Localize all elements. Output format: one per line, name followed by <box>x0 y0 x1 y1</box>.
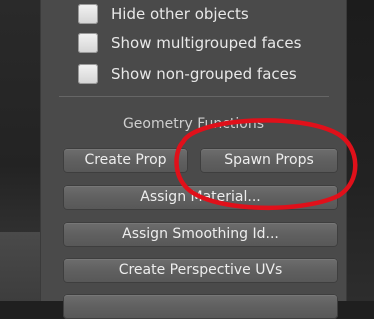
show-non-grouped-faces-checkbox[interactable] <box>78 64 98 84</box>
option-hide-other-objects[interactable]: Hide other objects <box>78 4 249 24</box>
show-multigrouped-faces-label: Show multigrouped faces <box>111 34 302 52</box>
option-show-multigrouped-faces[interactable]: Show multigrouped faces <box>78 33 301 53</box>
hide-other-objects-checkbox[interactable] <box>78 4 98 24</box>
create-prop-button[interactable]: Create Prop <box>63 148 188 173</box>
assign-material-button[interactable]: Assign Material... <box>63 185 338 210</box>
show-multigrouped-faces-checkbox[interactable] <box>78 33 98 53</box>
scrollbar-area <box>347 0 374 301</box>
option-show-non-grouped-faces[interactable]: Show non-grouped faces <box>78 64 297 84</box>
assign-smoothing-id-button[interactable]: Assign Smoothing Id... <box>63 222 338 247</box>
viewport-floor <box>0 232 40 301</box>
section-divider <box>59 96 329 97</box>
create-perspective-uvs-button[interactable]: Create Perspective UVs <box>63 258 338 283</box>
spawn-props-button[interactable]: Spawn Props <box>200 148 338 173</box>
geometry-editor-panel: Hide other objects Show multigrouped fac… <box>40 0 347 319</box>
next-function-button[interactable] <box>63 294 338 319</box>
geometry-functions-title: Geometry Functions <box>122 116 265 132</box>
hide-other-objects-label: Hide other objects <box>111 5 249 23</box>
show-non-grouped-faces-label: Show non-grouped faces <box>111 65 297 83</box>
3d-viewport[interactable] <box>0 0 40 301</box>
